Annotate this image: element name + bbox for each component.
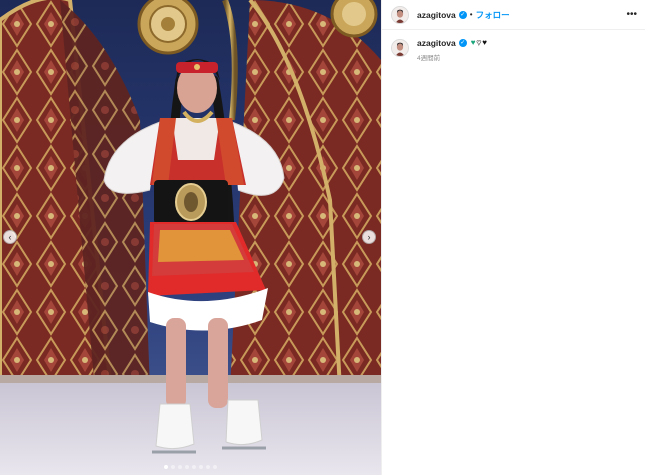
- post-timestamp[interactable]: 4週間前: [417, 52, 487, 62]
- carousel-dot: [171, 465, 175, 469]
- caption-avatar[interactable]: [391, 39, 409, 57]
- separator-dot: •: [469, 10, 473, 19]
- more-options-button[interactable]: •••: [626, 9, 637, 20]
- chevron-right-icon: ›: [367, 231, 371, 242]
- post-header: azagitova ✓ • フォロー •••: [382, 0, 645, 30]
- carousel-dot: [164, 465, 168, 469]
- follow-button[interactable]: フォロー: [476, 9, 510, 21]
- post-photo: [0, 0, 381, 475]
- avatar[interactable]: [391, 5, 409, 24]
- white-heart-icon: ♥: [476, 38, 482, 47]
- post-media[interactable]: ‹ ›: [0, 0, 381, 475]
- green-heart-icon: ♥: [470, 38, 476, 47]
- carousel-dot: [185, 465, 189, 469]
- caption-text: ♥ ♥ ♥: [470, 38, 487, 47]
- post-caption: azagitova ✓ ♥ ♥ ♥ 4週間前: [382, 30, 645, 62]
- verified-badge-icon: ✓: [458, 10, 467, 19]
- carousel-indicator: [0, 465, 381, 469]
- carousel-dot: [213, 465, 217, 469]
- carousel-dot: [206, 465, 210, 469]
- verified-badge-icon: ✓: [458, 39, 467, 47]
- carousel-prev-button[interactable]: ‹: [3, 230, 17, 244]
- black-heart-icon: ♥: [482, 38, 487, 47]
- caption-username[interactable]: azagitova: [417, 38, 456, 48]
- carousel-next-button[interactable]: ›: [362, 230, 376, 244]
- carousel-dot: [199, 465, 203, 469]
- carousel-dot: [178, 465, 182, 469]
- post-side-panel: azagitova ✓ • フォロー ••• azagitova ✓ ♥ ♥ ♥…: [381, 0, 645, 475]
- chevron-left-icon: ‹: [8, 231, 12, 242]
- username[interactable]: azagitova: [417, 10, 456, 20]
- carousel-dot: [192, 465, 196, 469]
